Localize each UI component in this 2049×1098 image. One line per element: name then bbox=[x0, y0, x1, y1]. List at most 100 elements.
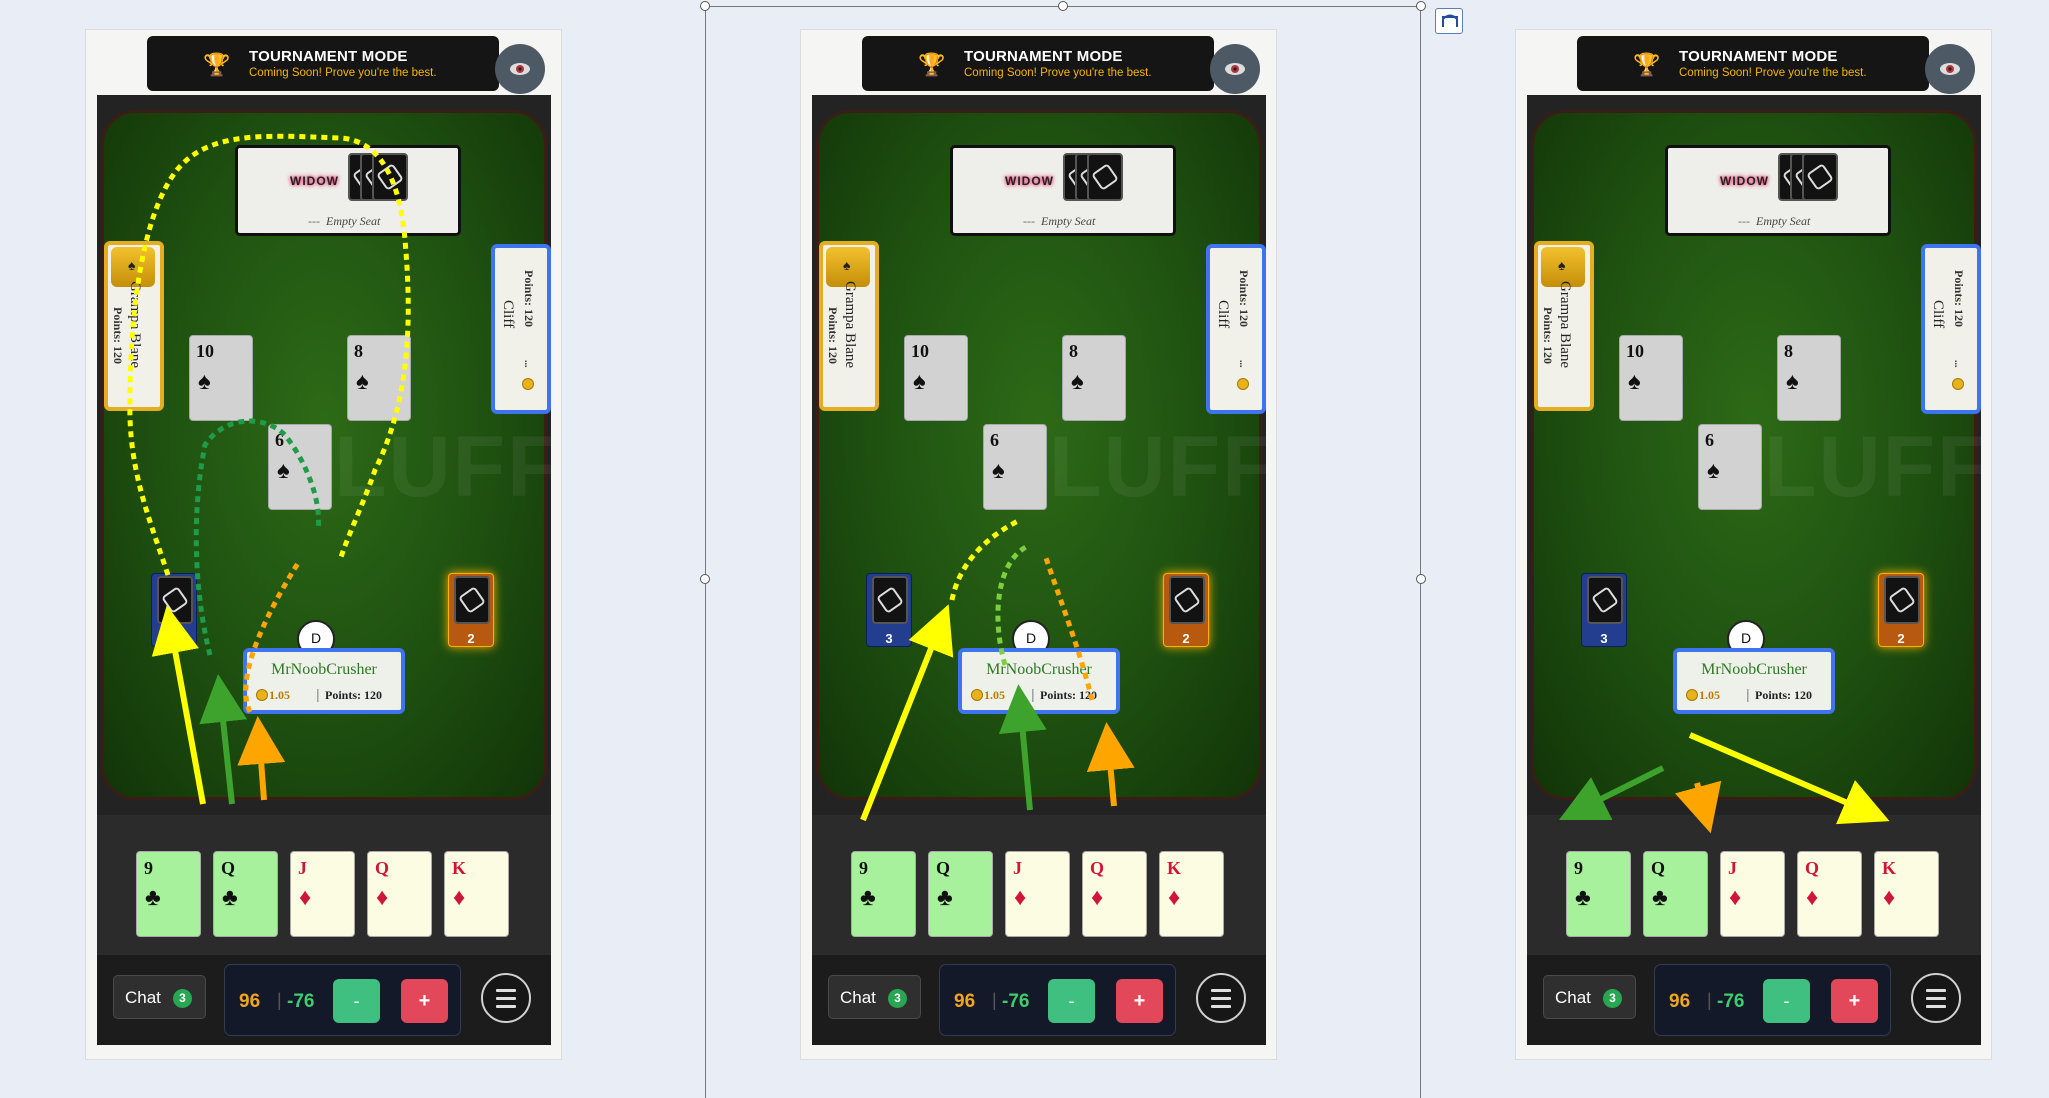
player-seat: MrNoobCrusher 1.05 | Points: 120 bbox=[243, 648, 405, 714]
chat-count-badge: 3 bbox=[1603, 989, 1622, 1008]
player-name: MrNoobCrusher bbox=[1701, 661, 1807, 678]
game-panel: 🏆 TOURNAMENT MODE Coming Soon! Prove you… bbox=[800, 29, 1277, 1060]
hand-card[interactable]: Q ♣ bbox=[928, 851, 993, 937]
spectate-button[interactable] bbox=[1925, 44, 1975, 94]
menu-button[interactable] bbox=[481, 973, 531, 1023]
score-panel: 96 | -76 - + bbox=[939, 964, 1176, 1036]
chat-button[interactable]: Chat 3 bbox=[113, 975, 206, 1019]
trophy-icon: 🏆 bbox=[918, 52, 946, 77]
resize-handle[interactable] bbox=[1416, 1, 1426, 11]
resize-handle[interactable] bbox=[700, 574, 710, 584]
banner-subtitle: Coming Soon! Prove you're the best. bbox=[964, 67, 1152, 79]
coin-icon bbox=[971, 689, 983, 701]
opponent-name: Grampa Blane bbox=[1557, 281, 1573, 369]
chat-button[interactable]: Chat 3 bbox=[1543, 975, 1636, 1019]
player-points: Points: 120 bbox=[1040, 688, 1097, 702]
widow-label: WIDOW bbox=[290, 174, 339, 188]
game-area: LUFF WIDOW --- Empty Seat ♠ Grampa Blane … bbox=[812, 95, 1275, 1045]
chat-count-badge: 3 bbox=[888, 989, 907, 1008]
opponent-name: Cliff bbox=[1215, 300, 1231, 329]
spade-icon: ♠ bbox=[1558, 257, 1566, 273]
menu-button[interactable] bbox=[1911, 973, 1961, 1023]
hand-card[interactable]: 9 ♣ bbox=[1566, 851, 1631, 937]
coin-icon bbox=[1686, 689, 1698, 701]
tournament-banner[interactable]: 🏆 TOURNAMENT MODE Coming Soon! Prove you… bbox=[1577, 36, 1929, 91]
opponent-seat-right: Cliff Points: 120 ... bbox=[1921, 244, 1981, 414]
banner-subtitle: Coming Soon! Prove you're the best. bbox=[1679, 67, 1867, 79]
score-diff: -76 bbox=[287, 991, 315, 1012]
resize-handle[interactable] bbox=[1058, 1, 1068, 11]
hand-card[interactable]: K ♦ bbox=[1159, 851, 1224, 937]
score-panel: 96 | -76 - + bbox=[224, 964, 461, 1036]
hand-card[interactable]: J ♦ bbox=[290, 851, 355, 937]
score-value: 96 bbox=[954, 991, 976, 1012]
eye-icon bbox=[1225, 63, 1245, 75]
banner-title: TOURNAMENT MODE bbox=[249, 48, 408, 65]
layout-options-button[interactable] bbox=[1435, 8, 1463, 34]
empty-seat-label: --- Empty Seat bbox=[308, 214, 381, 228]
hand-card[interactable]: 9 ♣ bbox=[136, 851, 201, 937]
widow-label: WIDOW bbox=[1720, 174, 1769, 188]
menu-button[interactable] bbox=[1196, 973, 1246, 1023]
table-card: 6 ♠ bbox=[983, 424, 1047, 510]
hand-card[interactable]: Q ♦ bbox=[1082, 851, 1147, 937]
opponent-points: Points: 120 bbox=[1952, 270, 1966, 327]
bottom-bar: Chat 3 96 | -76 - + bbox=[812, 955, 1266, 1045]
decrease-button[interactable]: - bbox=[1048, 979, 1095, 1023]
decrease-button[interactable]: - bbox=[333, 979, 380, 1023]
hand-card[interactable]: Q ♦ bbox=[1797, 851, 1862, 937]
hand-card[interactable]: Q ♦ bbox=[367, 851, 432, 937]
opponent-name: Cliff bbox=[1930, 300, 1946, 329]
score-value: 96 bbox=[239, 991, 261, 1012]
game-area: LUFF WIDOW --- Empty Seat ♠ Grampa Blane … bbox=[1527, 95, 1990, 1045]
increase-button[interactable]: + bbox=[401, 979, 448, 1023]
card-stack-left: 3 bbox=[151, 573, 197, 647]
widow-seat: WIDOW --- Empty Seat bbox=[1665, 145, 1891, 236]
hand-card[interactable]: Q ♣ bbox=[213, 851, 278, 937]
opponent-name: Cliff bbox=[500, 300, 516, 329]
hand-card[interactable]: J ♦ bbox=[1720, 851, 1785, 937]
increase-button[interactable]: + bbox=[1831, 979, 1878, 1023]
hand-card[interactable]: K ♦ bbox=[444, 851, 509, 937]
player-points: Points: 120 bbox=[1755, 688, 1812, 702]
player-points: Points: 120 bbox=[325, 688, 382, 702]
banner-title: TOURNAMENT MODE bbox=[964, 48, 1123, 65]
bottom-bar: Chat 3 96 | -76 - + bbox=[97, 955, 551, 1045]
widow-card bbox=[1087, 153, 1123, 201]
banner-subtitle: Coming Soon! Prove you're the best. bbox=[249, 67, 437, 79]
tournament-banner[interactable]: 🏆 TOURNAMENT MODE Coming Soon! Prove you… bbox=[862, 36, 1214, 91]
table-card: 6 ♠ bbox=[1698, 424, 1762, 510]
table-card: 10 ♠ bbox=[904, 335, 968, 421]
hand-card[interactable]: Q ♣ bbox=[1643, 851, 1708, 937]
opponent-name: Grampa Blane bbox=[842, 281, 858, 369]
tournament-banner[interactable]: 🏆 TOURNAMENT MODE Coming Soon! Prove you… bbox=[147, 36, 499, 91]
resize-handle[interactable] bbox=[700, 1, 710, 11]
card-stack-right: 2 bbox=[1163, 573, 1209, 647]
chat-button[interactable]: Chat 3 bbox=[828, 975, 921, 1019]
opponent-seat-left: ♠ Grampa Blane Points: 120 bbox=[104, 241, 164, 411]
spectate-button[interactable] bbox=[495, 44, 545, 94]
hand-card[interactable]: J ♦ bbox=[1005, 851, 1070, 937]
card-stack-left: 3 bbox=[1581, 573, 1627, 647]
hand-card[interactable]: 9 ♣ bbox=[851, 851, 916, 937]
widow-card bbox=[372, 153, 408, 201]
table-card: 8 ♠ bbox=[1777, 335, 1841, 421]
widow-card bbox=[1802, 153, 1838, 201]
widow-label: WIDOW bbox=[1005, 174, 1054, 188]
hand-card[interactable]: K ♦ bbox=[1874, 851, 1939, 937]
card-stack-right: 2 bbox=[448, 573, 494, 647]
spectate-button[interactable] bbox=[1210, 44, 1260, 94]
opponent-seat-right: Cliff Points: 120 ... bbox=[491, 244, 551, 414]
opponent-name: Grampa Blane bbox=[127, 281, 143, 369]
opponent-seat-left: ♠ Grampa Blane Points: 120 bbox=[819, 241, 879, 411]
card-stack-left: 3 bbox=[866, 573, 912, 647]
resize-handle[interactable] bbox=[1416, 574, 1426, 584]
coin-icon bbox=[256, 689, 268, 701]
opponent-points: Points: 120 bbox=[522, 270, 536, 327]
bottom-bar: Chat 3 96 | -76 - + bbox=[1527, 955, 1981, 1045]
decrease-button[interactable]: - bbox=[1763, 979, 1810, 1023]
player-hand: 9 ♣ Q ♣ J ♦ Q ♦ K ♦ bbox=[812, 815, 1266, 955]
player-name: MrNoobCrusher bbox=[986, 661, 1092, 678]
layout-options-icon bbox=[1442, 14, 1458, 27]
increase-button[interactable]: + bbox=[1116, 979, 1163, 1023]
